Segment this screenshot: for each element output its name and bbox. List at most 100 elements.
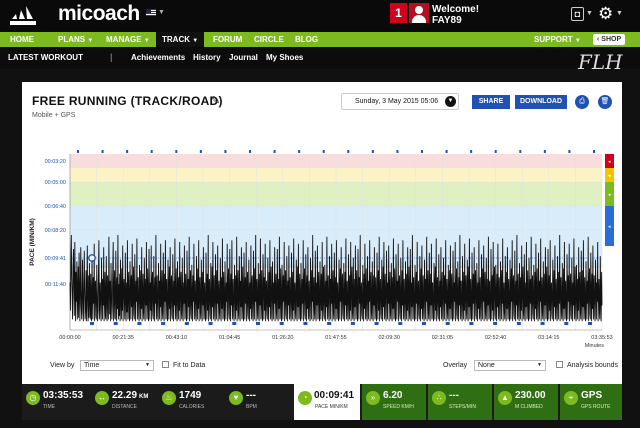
x-axis-label: Minutes	[585, 343, 605, 349]
stat-distance-value: 22.29 KM	[112, 390, 148, 401]
nav-blog[interactable]: BLOG	[295, 32, 318, 47]
pace-chart[interactable]: ◂◂◂◂00:03:2000:05:0000:06:4000:08:2000:0…	[22, 82, 622, 358]
y-tick-label: 00:03:20	[45, 159, 66, 165]
chevron-down-icon: ▼	[574, 38, 581, 44]
lap-marker-top	[273, 150, 276, 153]
lap-marker-top	[421, 150, 423, 153]
nav-forum[interactable]: FORUM	[213, 32, 242, 47]
lap-marker	[208, 322, 213, 325]
stat-climbed-value: 230.00	[515, 390, 546, 401]
lap-marker	[279, 322, 284, 325]
lap-marker	[469, 322, 474, 325]
lap-marker	[113, 322, 118, 325]
nav-manage[interactable]: MANAGE ▼	[106, 32, 150, 47]
username[interactable]: FAY89	[432, 15, 479, 26]
pace-icon: ◔	[298, 391, 312, 405]
steps-icon: ∴	[432, 391, 446, 405]
lap-marker-top	[249, 150, 251, 153]
chevron-down-icon: ▼	[145, 362, 150, 368]
subnav-journal[interactable]: Journal	[229, 53, 258, 62]
lap-marker	[493, 322, 498, 325]
stat-gps-label: GPS ROUTE	[581, 404, 611, 410]
subnav-history[interactable]: History	[193, 53, 221, 62]
notification-count[interactable]: 1	[390, 3, 407, 23]
stat-speed-value: 6.20	[383, 390, 403, 401]
us-flag-icon[interactable]	[146, 9, 156, 16]
lap-marker	[161, 322, 166, 325]
stat-time-label: TIME	[43, 404, 55, 410]
stat-speed[interactable]: » 6.20 SPEED KM/H	[362, 384, 426, 420]
stat-distance[interactable]: ↔ 22.29 KM DISTANCE	[91, 384, 157, 420]
brand-mi: mi	[58, 2, 82, 25]
micoach-brand[interactable]: micoach	[58, 2, 140, 26]
lap-marker	[374, 322, 379, 325]
lap-marker	[90, 322, 94, 325]
stat-calories[interactable]: ♨ 1749 CALORIES	[158, 384, 224, 420]
analysis-bounds-checkbox[interactable]	[556, 361, 563, 368]
x-tick-label: 02:09:30	[378, 335, 399, 341]
view-by-select[interactable]: Time ▼	[80, 360, 154, 371]
main-nav: HOME PLANS ▼ MANAGE ▼ TRACK ▼ FORUM CIRC…	[0, 32, 640, 47]
nav-plans[interactable]: PLANS ▼	[58, 32, 93, 47]
stat-distance-unit: KM	[139, 394, 149, 400]
chart-controls: View by Time ▼ Fit to Data Overlay None ▼ …	[22, 358, 622, 374]
lap-marker-top	[519, 150, 522, 153]
lap-marker-top	[322, 150, 325, 153]
avatar[interactable]	[409, 3, 429, 23]
signature-watermark: FLH	[578, 50, 623, 74]
x-tick-label: 01:47:55	[325, 335, 346, 341]
gear-icon[interactable]: ⚙	[598, 4, 613, 24]
stat-bpm-label: BPM	[246, 404, 257, 410]
nav-manage-label: MANAGE	[106, 35, 142, 44]
stat-climbed[interactable]: ▲ 230.00 M CLIMBED	[494, 384, 558, 420]
analysis-bounds-label: Analysis bounds	[567, 362, 618, 369]
nav-home[interactable]: HOME	[10, 32, 34, 47]
chevron-down-icon[interactable]: ▼	[616, 10, 623, 17]
shop-button[interactable]: ‹ SHOP	[593, 34, 626, 45]
view-by-label: View by	[50, 362, 75, 369]
stopwatch-icon: ◷	[26, 391, 40, 405]
stat-speed-label: SPEED KM/H	[383, 404, 414, 410]
y-axis-label: PACE (MIN/KM)	[29, 218, 36, 266]
stat-steps[interactable]: ∴ --- STEPS/MIN	[428, 384, 492, 420]
lap-marker-top	[150, 150, 153, 153]
x-tick-label: 03:35:53	[591, 335, 612, 341]
nav-support[interactable]: SUPPORT ▼	[534, 32, 581, 47]
nav-circle[interactable]: CIRCLE	[254, 32, 284, 47]
fit-to-data-label: Fit to Data	[173, 362, 206, 369]
sub-nav: LATEST WORKOUT | Achievements History Jo…	[0, 47, 640, 69]
chevron-down-icon[interactable]: ▼	[586, 10, 593, 17]
nav-track[interactable]: TRACK ▼	[156, 32, 205, 47]
stat-pace-value: 00:09:41	[314, 390, 355, 401]
lap-marker-top	[175, 150, 178, 153]
subnav-my-shoes[interactable]: My Shoes	[266, 53, 303, 62]
lap-marker-top	[77, 150, 79, 153]
lap-marker-top	[126, 150, 129, 153]
stat-distance-number: 22.29	[112, 390, 138, 401]
lap-marker	[398, 322, 403, 325]
y-tick-label: 00:06:40	[45, 204, 66, 210]
distance-icon: ↔	[95, 391, 109, 405]
watch-icon[interactable]: ◘	[571, 7, 584, 21]
nav-plans-label: PLANS	[58, 35, 86, 44]
overlay-select[interactable]: None ▼	[474, 360, 546, 371]
stat-gps-value: GPS	[581, 390, 603, 401]
adidas-logo[interactable]	[8, 4, 52, 26]
lap-marker-top	[568, 150, 571, 153]
subnav-achievements[interactable]: Achievements	[131, 53, 185, 62]
fit-to-data-checkbox[interactable]	[162, 361, 169, 368]
subnav-latest-workout[interactable]: LATEST WORKOUT	[8, 53, 83, 62]
lap-marker	[564, 322, 569, 325]
stat-pace[interactable]: ◔ 00:09:41 PACE MIN/KM	[294, 384, 360, 420]
chevron-down-icon: ▼	[537, 362, 542, 368]
stat-bpm[interactable]: ♥ --- BPM	[225, 384, 291, 420]
top-bar: micoach ▼ 1 Welcome! FAY89 ◘ ▼ ⚙ ▼	[0, 0, 640, 32]
stat-time[interactable]: ◷ 03:35:53 TIME	[22, 384, 90, 420]
lap-marker-top	[101, 150, 104, 153]
stat-gps[interactable]: ⌖ GPS GPS ROUTE	[560, 384, 622, 420]
stat-distance-label: DISTANCE	[112, 404, 137, 410]
lap-marker-top	[543, 150, 546, 153]
subnav-separator: |	[110, 52, 113, 62]
chevron-down-icon: ▼	[143, 38, 150, 44]
chevron-down-icon[interactable]: ▼	[158, 9, 165, 16]
